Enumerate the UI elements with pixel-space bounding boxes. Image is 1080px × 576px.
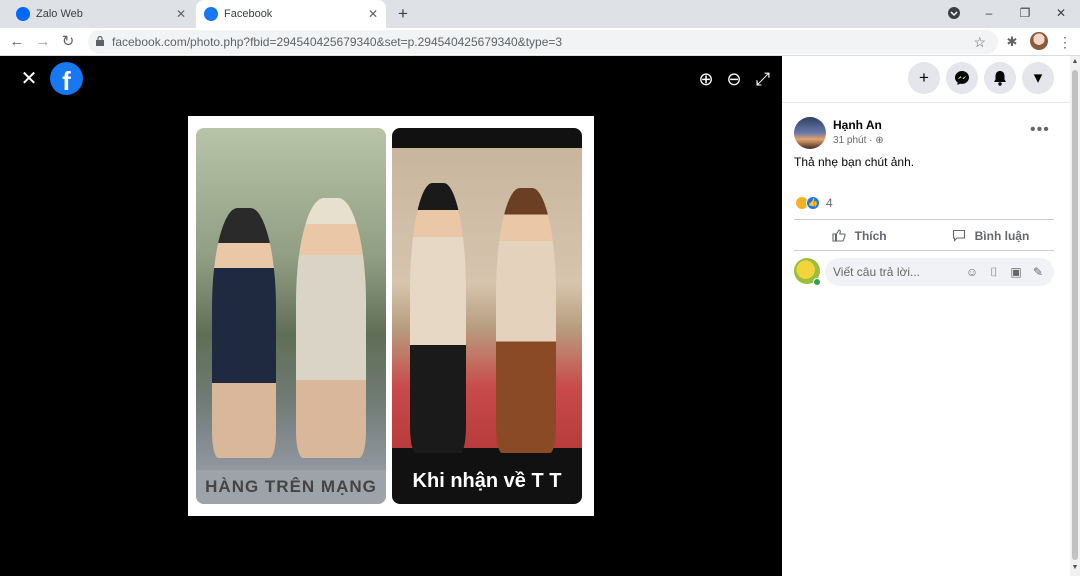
notifications-bell-icon[interactable] bbox=[984, 62, 1016, 94]
person-figure bbox=[296, 198, 366, 458]
window-close-button[interactable]: ✕ bbox=[1052, 4, 1070, 22]
like-button[interactable]: Thích bbox=[832, 223, 887, 249]
author-avatar[interactable] bbox=[794, 117, 826, 149]
lock-icon[interactable] bbox=[96, 36, 104, 46]
comment-icon bbox=[952, 228, 970, 243]
photo-panel-right: Khi nhận về T T bbox=[392, 128, 582, 504]
gif-icon[interactable]: ▣ bbox=[1009, 265, 1023, 279]
photo-caption-right: Khi nhận về T T bbox=[412, 470, 562, 492]
photo-viewer: ✕ f ⊕ ⊖ ⤢ HÀNG TRÊN MẠNG Khi nhận về T T bbox=[0, 56, 782, 576]
camera-icon[interactable]: ⌷ bbox=[987, 265, 1001, 279]
post-text: Thả nhẹ bạn chút ảnh. bbox=[794, 155, 915, 169]
person-figure bbox=[410, 183, 466, 453]
more-options-icon[interactable]: ••• bbox=[1030, 121, 1050, 139]
scrollbar-thumb[interactable] bbox=[1072, 70, 1078, 560]
profile-menu-icon[interactable] bbox=[944, 4, 964, 22]
tab-close-icon[interactable]: ✕ bbox=[174, 7, 188, 21]
back-button[interactable]: ← bbox=[8, 33, 26, 51]
tab-title: Facebook bbox=[224, 8, 273, 20]
address-bar[interactable]: facebook.com/photo.php?fbid=294540425679… bbox=[88, 30, 998, 54]
close-viewer-icon[interactable]: ✕ bbox=[18, 68, 40, 90]
scroll-down-icon[interactable]: ▼ bbox=[1071, 564, 1079, 572]
browser-menu-icon[interactable]: ⋮ bbox=[1056, 33, 1074, 51]
extensions-icon[interactable]: ✱ bbox=[1003, 33, 1021, 51]
post-timestamp[interactable]: 31 phút · ⊕ bbox=[833, 135, 884, 146]
new-tab-button[interactable]: + bbox=[394, 5, 412, 23]
photo-panel-left: HÀNG TRÊN MẠNG bbox=[196, 128, 386, 504]
divider bbox=[794, 219, 1054, 220]
facebook-favicon-icon bbox=[204, 7, 218, 21]
browser-toolbar: ← → ↻ facebook.com/photo.php?fbid=294540… bbox=[0, 28, 1080, 56]
post-sidebar: Hạnh An 31 phút · ⊕ ••• Thả nhẹ bạn chút… bbox=[782, 102, 1070, 576]
messenger-icon[interactable] bbox=[946, 62, 978, 94]
restore-button[interactable]: ❐ bbox=[1016, 4, 1034, 22]
person-figure bbox=[496, 188, 556, 453]
zalo-favicon-icon bbox=[16, 7, 30, 21]
profile-avatar[interactable] bbox=[1030, 32, 1048, 50]
reactions-summary[interactable]: 👍 4 bbox=[795, 196, 833, 210]
sticker-icon[interactable]: ✎ bbox=[1031, 265, 1045, 279]
zoom-in-icon[interactable]: ⊕ bbox=[695, 68, 717, 90]
tab-close-icon[interactable]: ✕ bbox=[366, 7, 380, 21]
post-photo[interactable]: HÀNG TRÊN MẠNG Khi nhận về T T bbox=[188, 116, 594, 516]
comment-button[interactable]: Bình luận bbox=[952, 223, 1029, 249]
reload-button[interactable]: ↻ bbox=[59, 33, 77, 51]
page-scrollbar[interactable]: ▲ ▼ bbox=[1070, 56, 1080, 576]
fullscreen-icon[interactable]: ⤢ bbox=[752, 68, 774, 90]
like-reaction-icon: 👍 bbox=[806, 196, 820, 210]
create-button[interactable]: + bbox=[908, 62, 940, 94]
comment-label: Bình luận bbox=[974, 229, 1030, 243]
person-figure bbox=[212, 208, 276, 458]
bookmark-star-icon[interactable]: ☆ bbox=[973, 30, 986, 54]
account-menu-button[interactable]: ▾ bbox=[1022, 62, 1054, 94]
minimize-button[interactable]: – bbox=[980, 4, 998, 22]
comment-input[interactable] bbox=[833, 258, 963, 286]
online-status-badge bbox=[813, 278, 821, 286]
zoom-out-icon[interactable]: ⊖ bbox=[723, 68, 745, 90]
tab-facebook[interactable]: Facebook ✕ bbox=[196, 0, 386, 28]
facebook-logo-icon[interactable]: f bbox=[50, 62, 83, 95]
forward-button[interactable]: → bbox=[34, 33, 52, 51]
reaction-count: 4 bbox=[826, 196, 833, 210]
like-label: Thích bbox=[854, 229, 887, 243]
scroll-up-icon[interactable]: ▲ bbox=[1071, 58, 1079, 66]
facebook-top-nav: + ▾ bbox=[782, 56, 1080, 102]
photo-caption-left: HÀNG TRÊN MẠNG bbox=[196, 470, 386, 504]
comment-box[interactable]: ☺ ⌷ ▣ ✎ bbox=[825, 258, 1054, 286]
emoji-icon[interactable]: ☺ bbox=[965, 265, 979, 279]
tab-title: Zalo Web bbox=[36, 8, 83, 20]
like-icon bbox=[832, 228, 850, 243]
post-author-name[interactable]: Hạnh An bbox=[833, 118, 882, 132]
url-text: facebook.com/photo.php?fbid=294540425679… bbox=[112, 35, 563, 49]
divider bbox=[794, 250, 1054, 251]
tab-zalo-web[interactable]: Zalo Web ✕ bbox=[8, 0, 194, 28]
browser-tab-bar: Zalo Web ✕ Facebook ✕ + – ❐ ✕ bbox=[0, 0, 1080, 28]
